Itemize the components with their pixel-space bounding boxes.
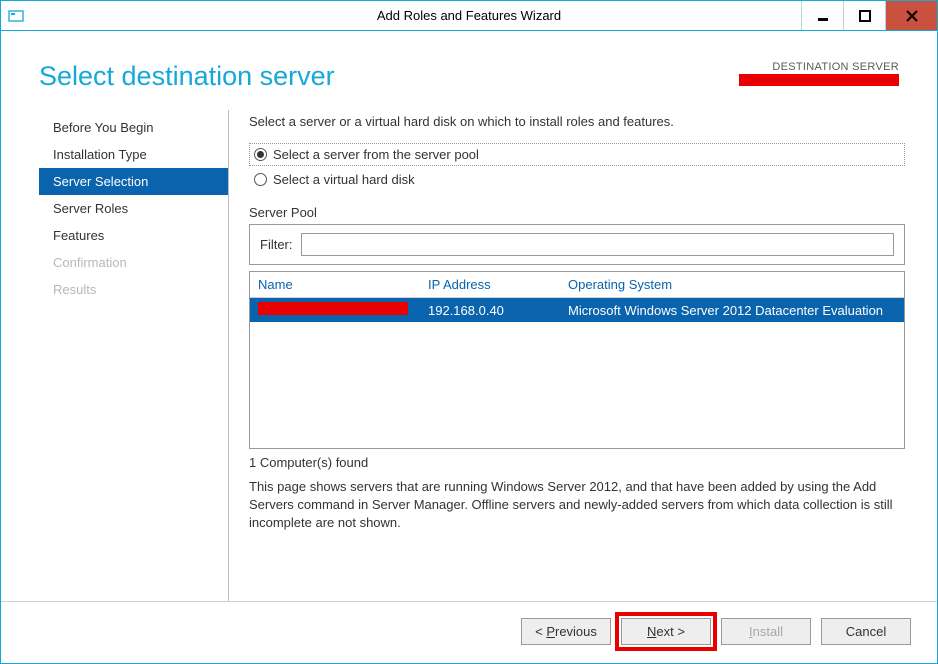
radio-icon <box>254 148 267 161</box>
maximize-button[interactable] <box>843 1 885 30</box>
content-area: Select destination server DESTINATION SE… <box>1 31 937 663</box>
nav-server-roles[interactable]: Server Roles <box>39 195 228 222</box>
computers-found: 1 Computer(s) found <box>249 455 905 470</box>
wizard-footer: < Previous Next > Install Cancel <box>1 601 937 663</box>
filter-label: Filter: <box>260 237 293 252</box>
close-button[interactable] <box>885 1 937 30</box>
nav-features[interactable]: Features <box>39 222 228 249</box>
destination-label: DESTINATION SERVER <box>739 61 899 73</box>
filter-input[interactable] <box>301 233 895 256</box>
cell-os: Microsoft Windows Server 2012 Datacenter… <box>568 303 896 318</box>
nav-results: Results <box>39 276 228 303</box>
wizard-nav: Before You Begin Installation Type Serve… <box>39 110 229 601</box>
server-name-redacted <box>258 302 408 315</box>
destination-block: DESTINATION SERVER <box>739 61 899 86</box>
destination-server-redacted <box>739 74 899 86</box>
nav-before-you-begin[interactable]: Before You Begin <box>39 114 228 141</box>
window-title: Add Roles and Features Wizard <box>1 8 937 23</box>
nav-server-selection[interactable]: Server Selection <box>39 168 228 195</box>
server-pool-label: Server Pool <box>249 205 905 220</box>
minimize-button[interactable] <box>801 1 843 30</box>
radio-label: Select a virtual hard disk <box>273 172 415 187</box>
header-row: Select destination server DESTINATION SE… <box>1 31 937 110</box>
cell-name <box>258 302 428 318</box>
cancel-button[interactable]: Cancel <box>821 618 911 645</box>
nav-installation-type[interactable]: Installation Type <box>39 141 228 168</box>
radio-icon <box>254 173 267 186</box>
filter-box: Filter: <box>249 224 905 265</box>
page-title: Select destination server <box>39 61 335 92</box>
main-row: Before You Begin Installation Type Serve… <box>1 110 937 601</box>
col-os[interactable]: Operating System <box>568 277 896 292</box>
radio-vhd[interactable]: Select a virtual hard disk <box>249 168 905 191</box>
page-description: This page shows servers that are running… <box>249 478 905 533</box>
col-ip[interactable]: IP Address <box>428 277 568 292</box>
cell-ip: 192.168.0.40 <box>428 303 568 318</box>
wizard-window: Add Roles and Features Wizard Select des… <box>0 0 938 664</box>
radio-label: Select a server from the server pool <box>273 147 479 162</box>
content-pane: Select a server or a virtual hard disk o… <box>229 110 913 601</box>
nav-confirmation: Confirmation <box>39 249 228 276</box>
titlebar: Add Roles and Features Wizard <box>1 1 937 31</box>
server-row[interactable]: 192.168.0.40 Microsoft Windows Server 20… <box>250 298 904 322</box>
grid-header: Name IP Address Operating System <box>250 272 904 298</box>
radio-server-pool[interactable]: Select a server from the server pool <box>249 143 905 166</box>
server-grid: Name IP Address Operating System 192.168… <box>249 271 905 449</box>
instruction-text: Select a server or a virtual hard disk o… <box>249 114 905 129</box>
next-button[interactable]: Next > <box>621 618 711 645</box>
previous-button[interactable]: < Previous <box>521 618 611 645</box>
install-button: Install <box>721 618 811 645</box>
col-name[interactable]: Name <box>258 277 428 292</box>
app-icon <box>7 7 25 25</box>
window-controls <box>801 1 937 30</box>
